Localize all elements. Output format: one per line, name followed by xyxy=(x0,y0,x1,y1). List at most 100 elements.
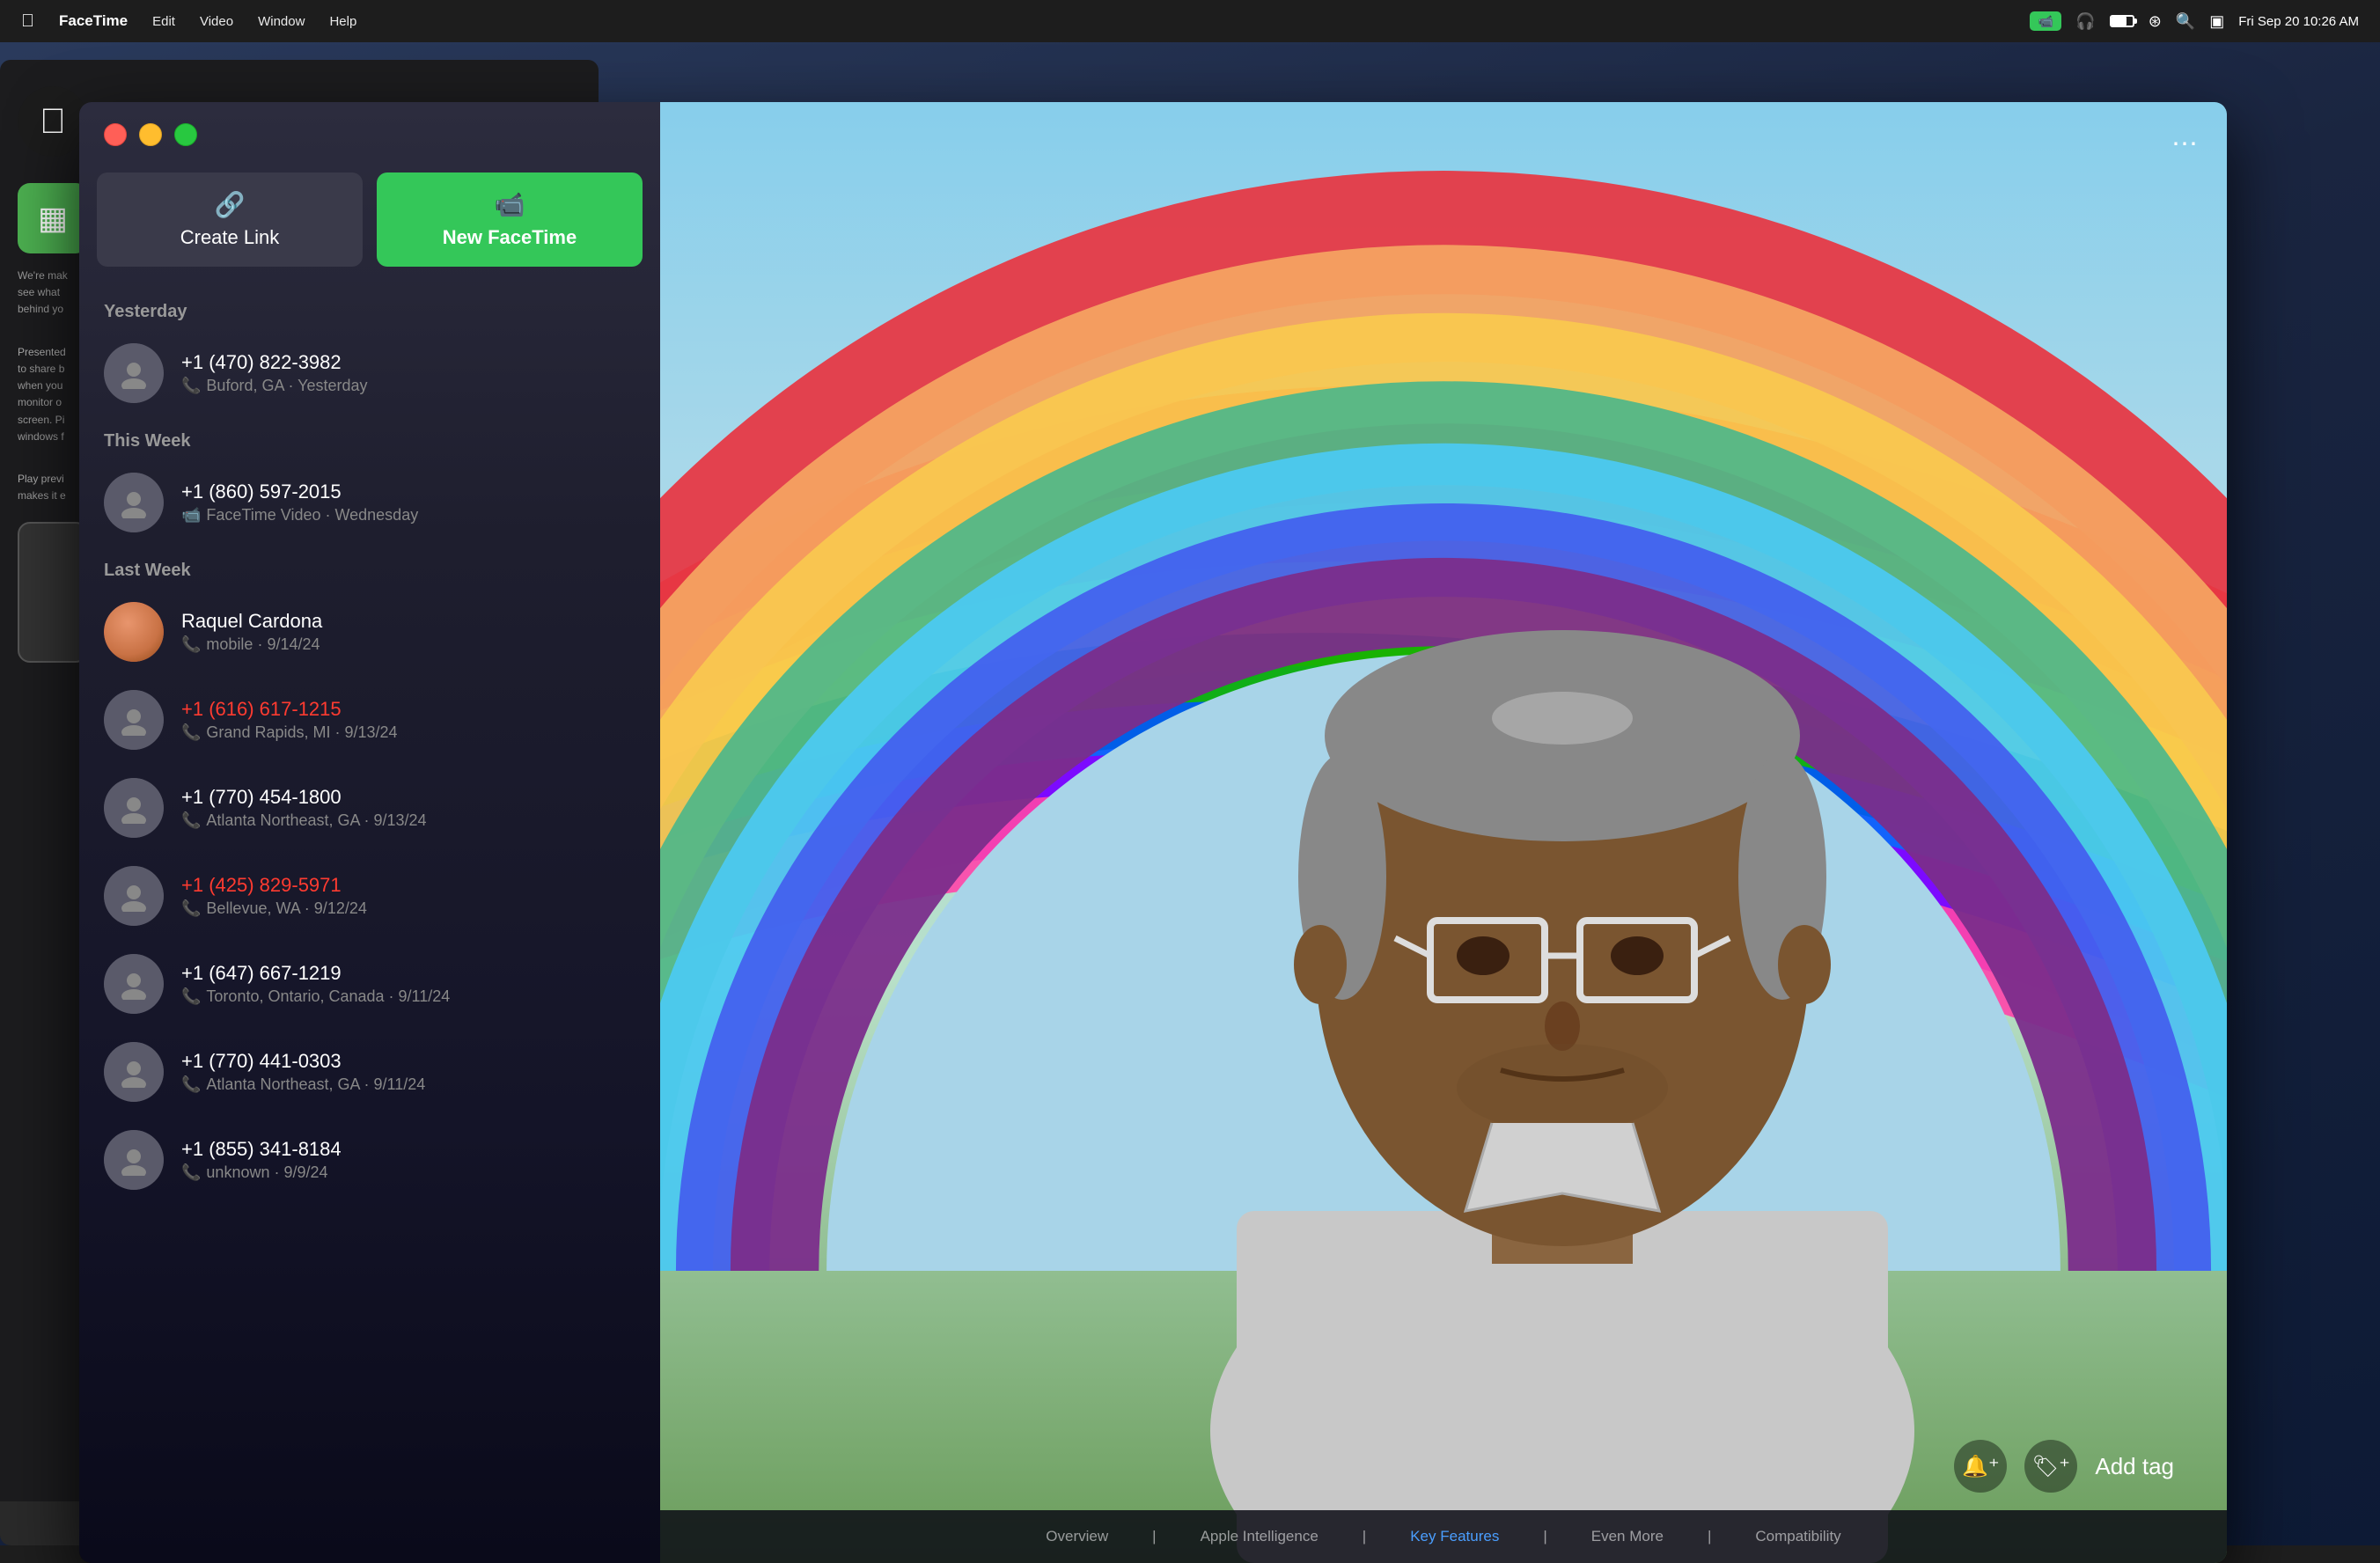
section-yesterday: Yesterday xyxy=(86,288,653,329)
contact-item[interactable]: +1 (616) 617-1215 📞 Grand Rapids, MI · 9… xyxy=(86,676,653,764)
nav-apple-intelligence[interactable]: Apple Intelligence xyxy=(1201,1528,1319,1545)
control-center-icon[interactable]: ▣ xyxy=(2209,12,2224,31)
close-button[interactable] xyxy=(104,123,127,146)
fullscreen-button[interactable] xyxy=(174,123,197,146)
video-area: Overview | Apple Intelligence | Key Feat… xyxy=(660,102,2227,1563)
person-video xyxy=(1166,102,1958,1563)
clock: Fri Sep 20 10:26 AM xyxy=(2238,14,2359,29)
sidebar: 🔗 Create Link 📹 New FaceTime Yesterday xyxy=(79,102,660,1563)
nav-key-features[interactable]: Key Features xyxy=(1410,1528,1499,1545)
contact-detail: 📞 Grand Rapids, MI · 9/13/24 xyxy=(181,723,635,742)
avatar xyxy=(104,1130,164,1190)
contact-name: +1 (770) 441-0303 xyxy=(181,1050,635,1073)
contact-info: +1 (616) 617-1215 📞 Grand Rapids, MI · 9… xyxy=(181,698,635,742)
contact-name: +1 (647) 667-1219 xyxy=(181,962,635,985)
contact-info: Raquel Cardona 📞 mobile · 9/14/24 xyxy=(181,610,635,654)
create-link-button[interactable]: 🔗 Create Link xyxy=(97,172,363,267)
avatar-placeholder xyxy=(104,954,164,1014)
contact-item[interactable]: +1 (855) 341-8184 📞 unknown · 9/9/24 xyxy=(86,1116,653,1204)
desktop:  macOS Se... ▦ We're mak see what behin… xyxy=(0,42,2380,1545)
wifi-icon: ⊛ xyxy=(2149,12,2162,31)
contact-item[interactable]: +1 (425) 829-5971 📞 Bellevue, WA · 9/12/… xyxy=(86,852,653,940)
section-this-week: This Week xyxy=(86,417,653,459)
nav-compatibility[interactable]: Compatibility xyxy=(1755,1528,1840,1545)
contact-item[interactable]: +1 (860) 597-2015 📹 FaceTime Video · Wed… xyxy=(86,459,653,547)
more-dots-icon: ⋯ xyxy=(2171,129,2200,158)
avatar xyxy=(104,1042,164,1102)
phone-icon: 📞 xyxy=(181,899,201,918)
contact-info: +1 (470) 822-3982 📞 Buford, GA · Yesterd… xyxy=(181,351,635,395)
contact-item[interactable]: +1 (647) 667-1219 📞 Toronto, Ontario, Ca… xyxy=(86,940,653,1028)
bell-add-button[interactable]: 🔔⁺ xyxy=(1954,1440,2007,1493)
section-last-week: Last Week xyxy=(86,547,653,588)
contact-name-missed: +1 (425) 829-5971 xyxy=(181,874,635,897)
avatar xyxy=(104,343,164,403)
avatar-placeholder xyxy=(104,778,164,838)
new-facetime-label: New FaceTime xyxy=(443,226,577,249)
menubar-right: 📹 🎧 ⊛ 🔍 ▣ Fri Sep 20 10:26 AM xyxy=(2030,11,2359,31)
contact-name: +1 (470) 822-3982 xyxy=(181,351,635,374)
avatar xyxy=(104,690,164,750)
contact-info: +1 (425) 829-5971 📞 Bellevue, WA · 9/12/… xyxy=(181,874,635,918)
contact-name: +1 (855) 341-8184 xyxy=(181,1138,635,1161)
contact-name: +1 (770) 454-1800 xyxy=(181,786,635,809)
contacts-list: Yesterday +1 (470) 822-3982 xyxy=(79,288,660,1563)
more-options-button[interactable]: ⋯ xyxy=(2171,128,2200,159)
phone-icon: 📞 xyxy=(181,1075,201,1094)
facetime-menubar-icon[interactable]: 📹 xyxy=(2030,11,2061,31)
video-icon: 📹 xyxy=(181,506,201,525)
contact-info: +1 (770) 441-0303 📞 Atlanta Northeast, G… xyxy=(181,1050,635,1094)
add-tag-area: 🔔⁺ 🏷⁺ Add tag xyxy=(1954,1440,2174,1493)
phone-icon: 📞 xyxy=(181,1163,201,1182)
tag-icon: 🏷⁺ xyxy=(2032,1454,2070,1479)
avatar-placeholder xyxy=(104,866,164,926)
menu-edit[interactable]: Edit xyxy=(152,14,175,29)
new-facetime-button[interactable]: 📹 New FaceTime xyxy=(377,172,643,267)
avatar-placeholder xyxy=(104,1042,164,1102)
menu-video[interactable]: Video xyxy=(200,14,233,29)
phone-icon: 📞 xyxy=(181,377,201,395)
music-icon[interactable]: 🎧 xyxy=(2075,12,2095,31)
contact-detail: 📞 Atlanta Northeast, GA · 9/11/24 xyxy=(181,1075,635,1094)
nav-even-more[interactable]: Even More xyxy=(1591,1528,1664,1545)
avatar-raquel xyxy=(104,602,164,662)
avatar xyxy=(104,954,164,1014)
contact-item[interactable]: +1 (770) 441-0303 📞 Atlanta Northeast, G… xyxy=(86,1028,653,1116)
traffic-lights xyxy=(79,102,660,164)
contact-info: +1 (860) 597-2015 📹 FaceTime Video · Wed… xyxy=(181,481,635,525)
contact-detail: 📞 Buford, GA · Yesterday xyxy=(181,377,635,395)
apple-menu[interactable]:  xyxy=(21,11,34,32)
avatar xyxy=(104,473,164,532)
avatar-placeholder xyxy=(104,343,164,403)
contact-item-raquel[interactable]: Raquel Cardona 📞 mobile · 9/14/24 xyxy=(86,588,653,676)
contact-info: +1 (647) 667-1219 📞 Toronto, Ontario, Ca… xyxy=(181,962,635,1006)
contact-detail: 📞 mobile · 9/14/24 xyxy=(181,635,635,654)
avatar xyxy=(104,866,164,926)
nav-overview[interactable]: Overview xyxy=(1046,1528,1108,1545)
video-icon: 📹 xyxy=(495,190,525,219)
contact-item[interactable]: +1 (470) 822-3982 📞 Buford, GA · Yesterd… xyxy=(86,329,653,417)
contact-name: +1 (860) 597-2015 xyxy=(181,481,635,503)
menu-window[interactable]: Window xyxy=(258,14,305,29)
contact-info: +1 (770) 454-1800 📞 Atlanta Northeast, G… xyxy=(181,786,635,830)
contact-detail: 📞 Bellevue, WA · 9/12/24 xyxy=(181,899,635,918)
menu-help[interactable]: Help xyxy=(329,14,356,29)
phone-icon: 📞 xyxy=(181,723,201,742)
minimize-button[interactable] xyxy=(139,123,162,146)
contact-item[interactable]: +1 (770) 454-1800 📞 Atlanta Northeast, G… xyxy=(86,764,653,852)
phone-icon: 📞 xyxy=(181,987,201,1006)
contact-info: +1 (855) 341-8184 📞 unknown · 9/9/24 xyxy=(181,1138,635,1182)
action-buttons: 🔗 Create Link 📹 New FaceTime xyxy=(79,164,660,288)
phone-icon: 📞 xyxy=(181,811,201,830)
contact-detail: 📞 Toronto, Ontario, Canada · 9/11/24 xyxy=(181,987,635,1006)
phone-icon: 📞 xyxy=(181,635,201,654)
add-tag-label: Add tag xyxy=(2095,1453,2174,1480)
search-icon[interactable]: 🔍 xyxy=(2176,12,2195,31)
link-icon: 🔗 xyxy=(215,190,246,219)
tag-add-button[interactable]: 🏷⁺ xyxy=(2024,1440,2077,1493)
contact-detail: 📞 Atlanta Northeast, GA · 9/13/24 xyxy=(181,811,635,830)
avatar-placeholder xyxy=(104,473,164,532)
avatar-placeholder xyxy=(104,690,164,750)
contact-name: Raquel Cardona xyxy=(181,610,635,633)
bottom-nav-bar: Overview | Apple Intelligence | Key Feat… xyxy=(660,1510,2227,1563)
